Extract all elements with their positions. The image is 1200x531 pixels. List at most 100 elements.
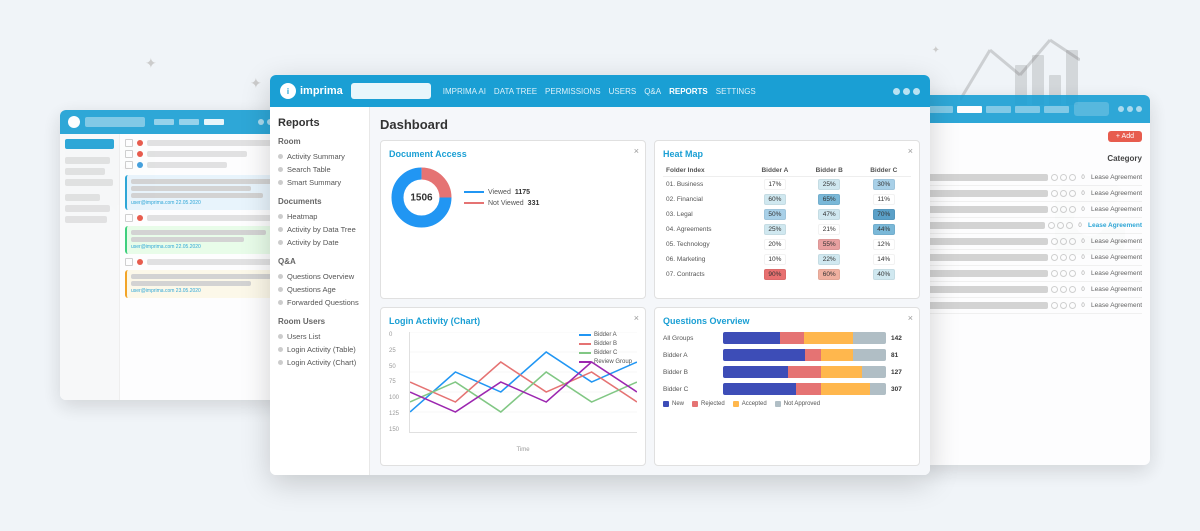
- right-search[interactable]: [1074, 102, 1109, 116]
- right-item-icon[interactable]: [1069, 286, 1076, 293]
- right-item-icon[interactable]: [1069, 174, 1076, 181]
- right-item-icon[interactable]: [1051, 238, 1058, 245]
- q-bar-segment: [821, 383, 870, 395]
- shadow-text-2: [147, 151, 247, 157]
- right-list-item: 0Lease Agreement: [928, 298, 1142, 314]
- shadow-main: user@imprima.com 22.05.2020 user@imprima…: [120, 134, 290, 400]
- sidebar-item-smart-summary[interactable]: Smart Summary: [278, 176, 361, 189]
- q-legend-new-dot: [663, 401, 669, 407]
- heat-map-close[interactable]: ×: [908, 146, 913, 156]
- right-item-icon[interactable]: [1051, 302, 1058, 309]
- legend-bidder-c: Bidder C: [579, 350, 632, 356]
- nav-search-bar[interactable]: [351, 83, 431, 99]
- right-item-icon[interactable]: [1060, 254, 1067, 261]
- questions-overview-title: Questions Overview: [663, 316, 911, 326]
- doc-access-close[interactable]: ×: [634, 146, 639, 156]
- sidebar-item-forwarded-questions[interactable]: Forwarded Questions: [278, 296, 361, 309]
- q-bar-segment: [821, 366, 862, 378]
- q-bar-segment: [821, 349, 854, 361]
- y-label-50: 50: [389, 364, 409, 370]
- right-item-icon[interactable]: [1069, 206, 1076, 213]
- sidebar-item-activity-summary[interactable]: Activity Summary: [278, 150, 361, 163]
- right-item-icon[interactable]: [1069, 270, 1076, 277]
- sidebar-item-heatmap[interactable]: Heatmap: [278, 210, 361, 223]
- q-bar-segment: [853, 332, 886, 344]
- right-item-label: Lease Agreement: [1091, 286, 1142, 293]
- sidebar-dot-12: [278, 360, 283, 365]
- right-item-icon[interactable]: [1051, 254, 1058, 261]
- right-item-icon[interactable]: [1051, 286, 1058, 293]
- sidebar-item-activity-data-tree[interactable]: Activity by Data Tree: [278, 223, 361, 236]
- sidebar-item-activity-date[interactable]: Activity by Date: [278, 236, 361, 249]
- right-item-icon[interactable]: [1048, 222, 1055, 229]
- right-item-icon[interactable]: [1057, 222, 1064, 229]
- doc-access-title: Document Access: [389, 149, 637, 159]
- right-item-controls: 0: [1051, 286, 1088, 293]
- shadow-bar-2: [65, 168, 105, 175]
- heatmap-cell: 50%: [748, 207, 802, 222]
- heatmap-cell: 10%: [748, 252, 802, 267]
- right-item-icon[interactable]: [1060, 286, 1067, 293]
- shadow-nav-link-1: [154, 119, 174, 125]
- right-nav-link-5: [1044, 106, 1069, 113]
- right-item-count: 0: [1078, 207, 1088, 213]
- heatmap-folder: 04. Agreements: [663, 222, 748, 237]
- q-bar-container: [723, 366, 886, 378]
- heatmap-row: 02. Financial60%65%11%: [663, 192, 911, 207]
- nav-settings[interactable]: SETTINGS: [716, 87, 756, 96]
- sidebar-item-login-chart[interactable]: Login Activity (Chart): [278, 356, 361, 369]
- sidebar-item-users-list[interactable]: Users List: [278, 330, 361, 343]
- right-item-icon[interactable]: [1060, 302, 1067, 309]
- right-item-icon[interactable]: [1060, 238, 1067, 245]
- nav-reports[interactable]: REPORTS: [669, 87, 708, 96]
- nav-users[interactable]: USERS: [609, 87, 637, 96]
- right-item-icon[interactable]: [1066, 222, 1073, 229]
- sidebar-dot-10: [278, 334, 283, 339]
- nav-qa[interactable]: Q&A: [644, 87, 661, 96]
- right-item-icon[interactable]: [1060, 270, 1067, 277]
- questions-overview-close[interactable]: ×: [908, 313, 913, 323]
- legend-viewed: Viewed 1175: [464, 189, 539, 196]
- sidebar-item-search-table[interactable]: Search Table: [278, 163, 361, 176]
- right-item-icon[interactable]: [1051, 270, 1058, 277]
- right-dot-2: [1127, 106, 1133, 112]
- right-item-icon[interactable]: [1051, 174, 1058, 181]
- sidebar-section-room-users: Room Users: [278, 317, 361, 326]
- right-item-icon[interactable]: [1060, 190, 1067, 197]
- right-item-icon[interactable]: [1069, 254, 1076, 261]
- shadow-nav-bar: [60, 110, 290, 134]
- login-activity-close[interactable]: ×: [634, 313, 639, 323]
- sidebar-item-questions-overview[interactable]: Questions Overview: [278, 270, 361, 283]
- nav-permissions[interactable]: PERMISSIONS: [545, 87, 601, 96]
- q-bar-segment: [723, 349, 805, 361]
- right-item-controls: 0: [1051, 238, 1088, 245]
- legend-b-color: [579, 343, 591, 345]
- y-label-0: 0: [389, 332, 409, 338]
- sidebar-item-questions-age[interactable]: Questions Age: [278, 283, 361, 296]
- q-bar-row: Bidder A81: [663, 349, 911, 361]
- right-item-bar: [928, 174, 1048, 181]
- shadow-q2-line-1: [131, 274, 274, 279]
- shadow-check-5: [125, 258, 133, 266]
- right-item-icon[interactable]: [1060, 174, 1067, 181]
- right-item-icon[interactable]: [1060, 206, 1067, 213]
- heatmap-row: 04. Agreements25%21%44%: [663, 222, 911, 237]
- right-add-button[interactable]: + Add: [1108, 131, 1142, 142]
- hm-header-b: Bidder B: [802, 165, 857, 177]
- nav-dot-2: [903, 88, 910, 95]
- right-item-count: 0: [1078, 287, 1088, 293]
- right-item-icon[interactable]: [1069, 302, 1076, 309]
- right-item-icon[interactable]: [1069, 238, 1076, 245]
- right-item-controls: 0: [1051, 190, 1088, 197]
- sidebar-item-login-table[interactable]: Login Activity (Table): [278, 343, 361, 356]
- right-item-count: 0: [1075, 223, 1085, 229]
- nav-imprima-ai[interactable]: IMPRIMA AI: [443, 87, 486, 96]
- right-item-icon[interactable]: [1051, 190, 1058, 197]
- nav-data-tree[interactable]: DATA TREE: [494, 87, 537, 96]
- right-item-icon[interactable]: [1051, 206, 1058, 213]
- right-panel-content: + Add Category 0Lease Agreement0Lease Ag…: [920, 123, 1150, 322]
- shadow-bar-6: [65, 216, 107, 223]
- sidebar-dot-3: [278, 180, 283, 185]
- q-legend-not-approved-dot: [775, 401, 781, 407]
- right-item-icon[interactable]: [1069, 190, 1076, 197]
